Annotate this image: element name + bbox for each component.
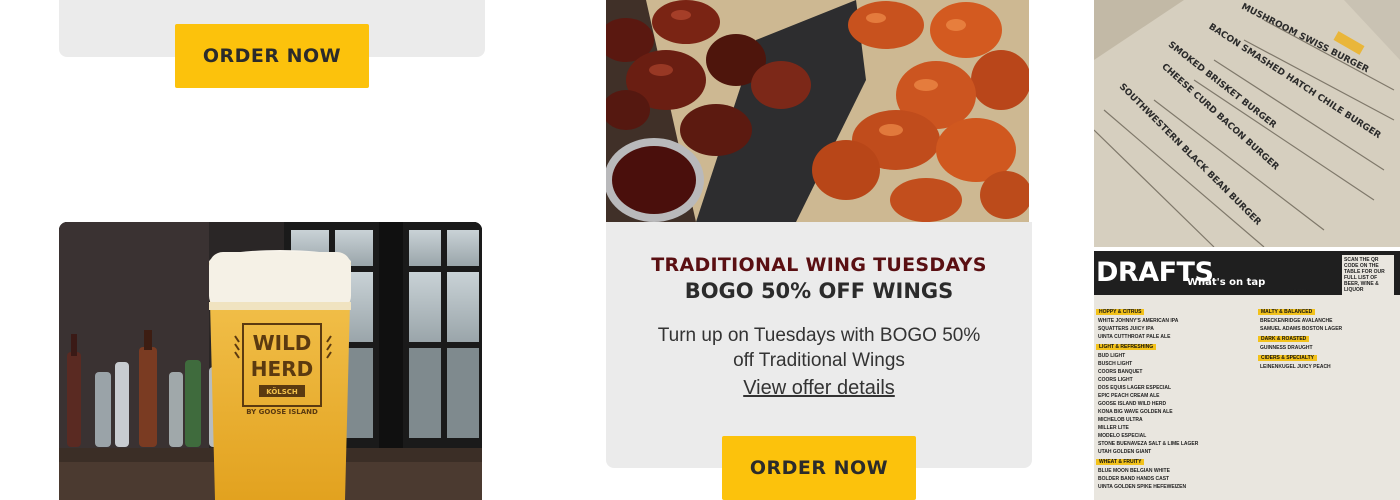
beer-promo-image: WILD HERD KÖLSCH BY GOOSE ISLAND [59, 222, 482, 500]
beer-logo-line2: HERD [251, 357, 313, 381]
tap-item: MICHELOB ULTRA [1098, 417, 1143, 423]
tap-item: SAMUEL ADAMS BOSTON LAGER [1260, 326, 1343, 332]
drafts-subtitle: What's on tap [1187, 277, 1266, 288]
beer-glass-photo: WILD HERD KÖLSCH BY GOOSE ISLAND [59, 222, 482, 500]
tap-item: BUD LIGHT [1098, 353, 1126, 359]
tap-item: KONA BIG WAVE GOLDEN ALE [1098, 409, 1173, 415]
beer-logo-line4: BY GOOSE ISLAND [246, 408, 318, 416]
tap-item: WHITE JOHNNY'S AMERICAN IPA [1098, 318, 1179, 324]
section-heading: WHEAT & FRUITY [1096, 459, 1145, 465]
tap-item: BOLDER BAND HANDS CAST [1098, 476, 1170, 482]
tap-item: LEINENKUGEL JUICY PEACH [1260, 364, 1331, 370]
section-heading: CIDERS & SPECIALTY [1258, 355, 1317, 361]
tap-item: BLUE MOON BELGIAN WHITE [1098, 468, 1170, 474]
section-heading: DARK & ROASTED [1258, 336, 1310, 342]
tap-item: COORS BANQUET [1098, 369, 1143, 375]
order-now-button-left[interactable]: ORDER NOW [175, 24, 369, 88]
promo-card: TRADITIONAL WING TUESDAYS BOGO 50% OFF W… [606, 222, 1032, 468]
section-heading: MALTY & BALANCED [1258, 309, 1316, 315]
size-label: reg/tall CAL [1280, 289, 1309, 295]
drafts-menu-photo: DRAFTS What's on tap SCAN THE QR CODE ON… [1094, 251, 1400, 500]
tap-item: BRECKENRIDGE AVALANCHE [1260, 318, 1333, 324]
tap-item: MILLER LITE [1098, 425, 1129, 431]
tap-item: DOS EQUIS LAGER ESPECIAL [1098, 385, 1172, 391]
tap-item: GUINNESS DRAUGHT [1260, 345, 1313, 351]
tap-item: BUSCH LIGHT [1098, 361, 1133, 367]
burger-menu-photo: MUSHROOM SWISS BURGER BACON SMASHED HATC… [1094, 0, 1400, 247]
section-heading: LIGHT & REFRESHING [1096, 344, 1157, 350]
tap-item: STONE BUENAVEZA SALT & LIME LAGER [1098, 441, 1199, 447]
view-offer-details-link[interactable]: View offer details [606, 377, 1032, 400]
beer-logo-line1: WILD [253, 331, 312, 355]
tap-item: UINTA GOLDEN SPIKE HEFEWEIZEN [1098, 484, 1187, 490]
tap-item: SQUATTERS JUICY IPA [1098, 326, 1154, 332]
promo-subtitle: BOGO 50% OFF WINGS [684, 279, 954, 303]
promo-title: TRADITIONAL WING TUESDAYS [651, 254, 987, 276]
page: ORDER NOW WILD HERD KÖLSCH BY GOOSE ISLA… [0, 0, 1400, 500]
section-heading: HOPPY & CITRUS [1096, 309, 1145, 315]
drafts-qr-note: SCAN THE QR CODE ON THE TABLE FOR OUR FU… [1342, 255, 1394, 295]
tap-item: UINTA CUTTHROAT PALE ALE [1098, 334, 1171, 340]
promo-description: Turn up on Tuesdays with BOGO 50% off Tr… [657, 325, 981, 371]
tap-item: UTAH GOLDEN GIANT [1098, 449, 1152, 455]
wings-photo [606, 0, 1029, 222]
tap-item: GOOSE ISLAND WILD HERD [1098, 401, 1167, 407]
beer-logo-line3: KÖLSCH [266, 387, 298, 396]
order-now-button-middle[interactable]: ORDER NOW [722, 436, 916, 500]
tap-item: MODELO ESPECIAL [1098, 433, 1147, 439]
tap-item: COORS LIGHT [1098, 377, 1133, 383]
tap-item: EPIC PEACH CREAM ALE [1098, 393, 1160, 399]
